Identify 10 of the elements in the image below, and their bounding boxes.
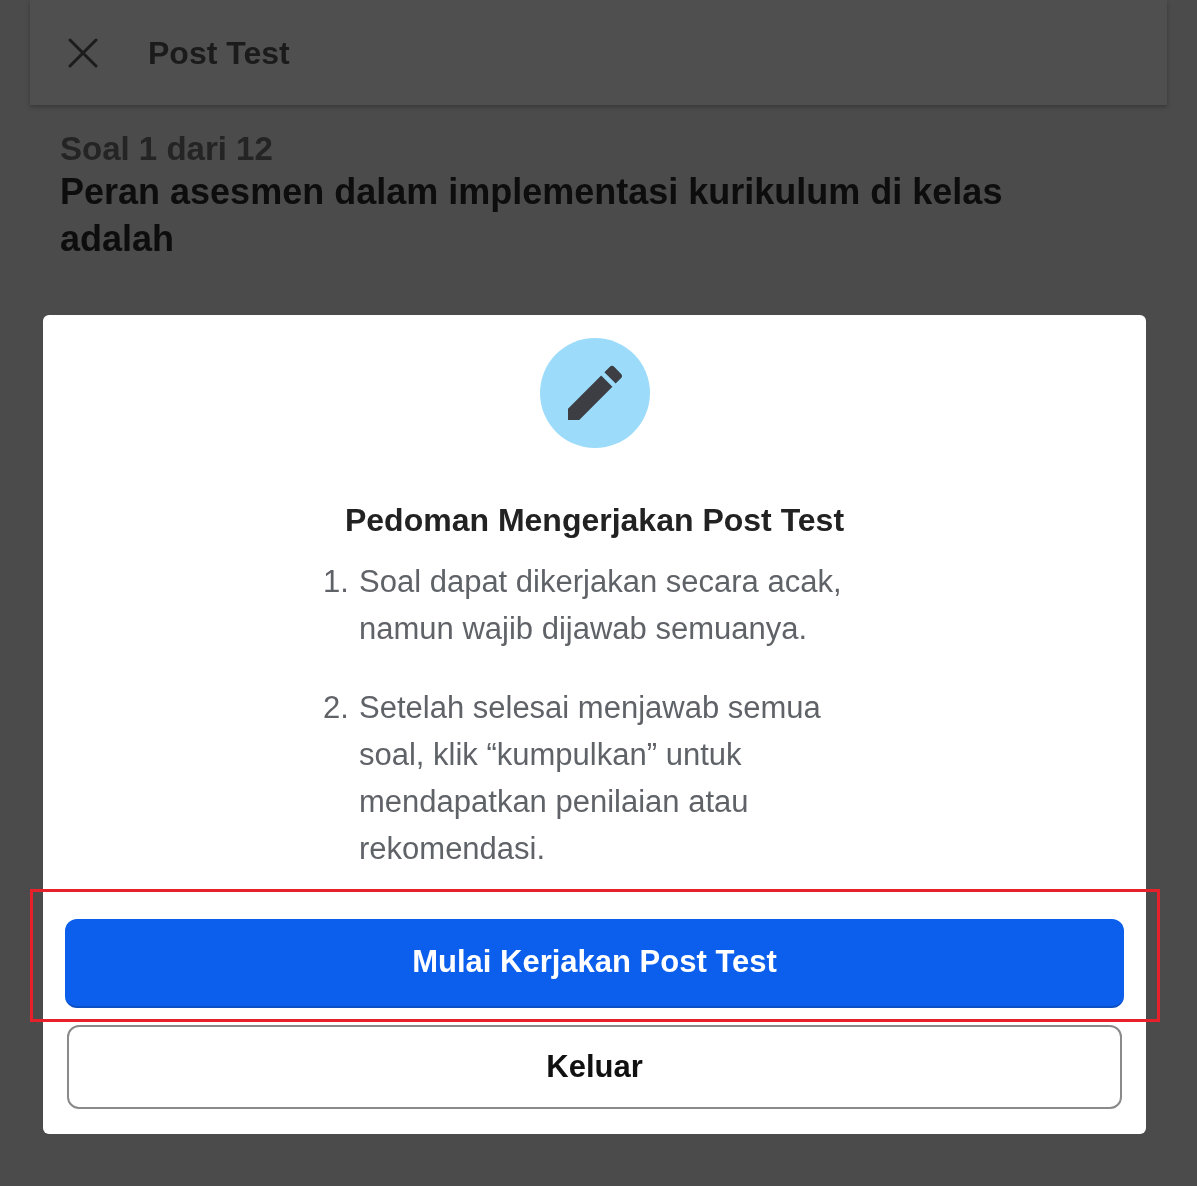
guideline-text: Setelah selesai menjawab semua soal, klik “kumpulkan” untuk mendapatkan penilaian atau rekomendasi. — [359, 689, 822, 868]
guideline-text: Soal dapat dikerjakan secara acak, namun wajib dijawab semuanya. — [359, 563, 843, 648]
start-button[interactable]: Mulai Kerjakan Post Test — [65, 919, 1124, 1008]
exit-button[interactable]: Keluar — [67, 1025, 1122, 1109]
list-number: 1. — [323, 563, 350, 601]
list-number: 2. — [323, 689, 350, 727]
pencil-icon — [539, 338, 650, 448]
close-icon[interactable] — [68, 37, 98, 68]
question-text: Peran asesmen dalam implementasi kurikulum di kelas adalah — [60, 170, 1004, 261]
dialog-title: Pedoman Mengerjakan Post Test — [344, 502, 845, 538]
